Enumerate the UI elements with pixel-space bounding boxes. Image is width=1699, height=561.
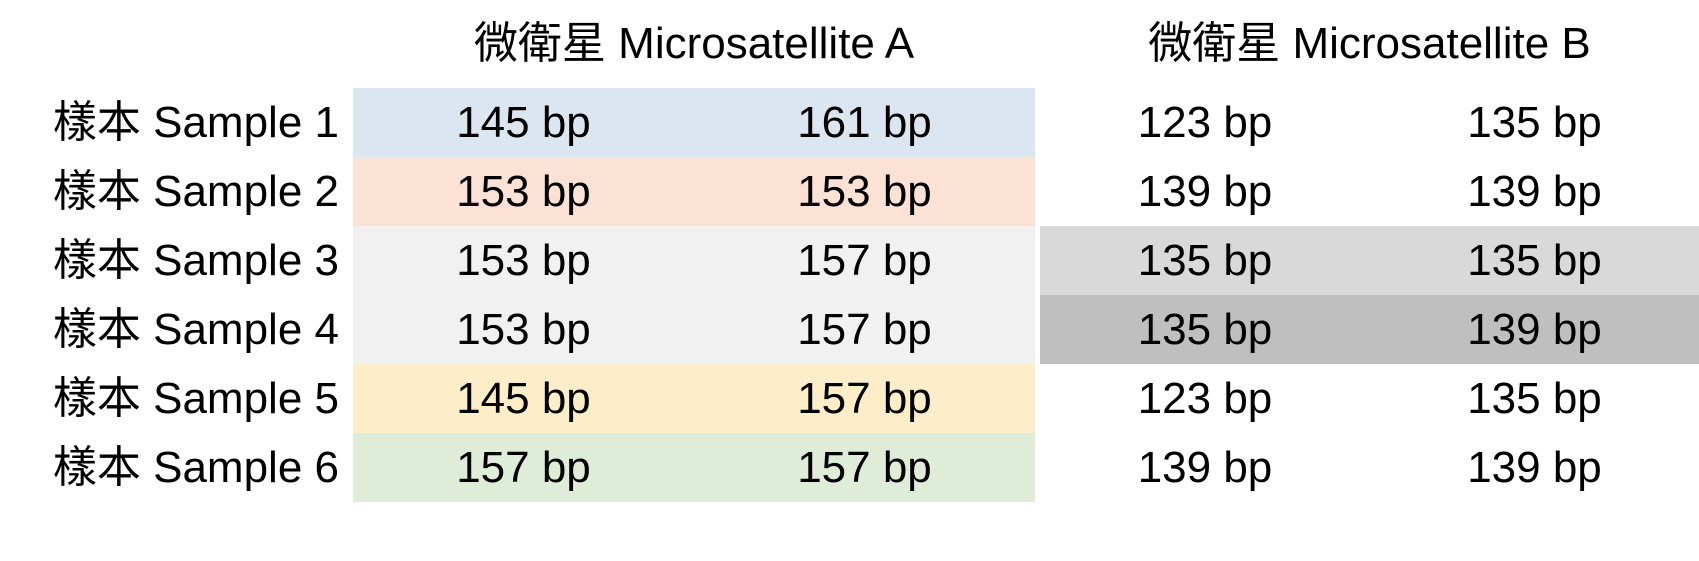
table-cell-sample-1-a2: 161 bp <box>797 97 932 147</box>
column-header-microsatellite-a: 微衛星 Microsatellite A <box>473 19 915 68</box>
table-cell-sample-3-b2: 135 bp <box>1467 235 1602 285</box>
table-cell-sample-3-a2: 157 bp <box>797 235 932 285</box>
table-cell-sample-6-a2: 157 bp <box>797 442 932 492</box>
table-cell-sample-4-a2: 157 bp <box>797 304 932 354</box>
table-cell-sample-1-b2: 135 bp <box>1467 97 1602 147</box>
table-cell-sample-2-a2: 153 bp <box>797 166 932 216</box>
table-cell-sample-4-b2: 139 bp <box>1467 304 1602 354</box>
row-label-sample-4: 樣本 Sample 4 <box>52 304 339 354</box>
table-cell-sample-4-a1: 153 bp <box>456 304 591 354</box>
table-grid: 微衛星 Microsatellite A 微衛星 Microsatellite … <box>0 0 1699 561</box>
column-header-microsatellite-b: 微衛星 Microsatellite B <box>1148 19 1591 68</box>
table-cell-sample-6-b1: 139 bp <box>1137 442 1273 492</box>
table-cell-sample-2-b2: 139 bp <box>1467 166 1602 216</box>
table-cell-sample-2-b1: 139 bp <box>1137 166 1273 216</box>
table-cell-sample-3-b1: 135 bp <box>1137 235 1273 285</box>
table-cell-sample-6-b2: 139 bp <box>1467 442 1602 492</box>
table-cell-sample-1-b1: 123 bp <box>1137 97 1273 147</box>
table-cell-sample-6-a1: 157 bp <box>456 442 591 492</box>
table-cell-sample-5-b1: 123 bp <box>1137 373 1273 423</box>
row-label-sample-1: 樣本 Sample 1 <box>52 97 339 147</box>
row-label-sample-5: 樣本 Sample 5 <box>52 373 339 423</box>
row-label-sample-3: 樣本 Sample 3 <box>52 235 339 285</box>
row-label-sample-2: 樣本 Sample 2 <box>52 166 339 216</box>
row-label-sample-6: 樣本 Sample 6 <box>52 442 339 492</box>
table-cell-sample-2-a1: 153 bp <box>456 166 591 216</box>
table-cell-sample-4-b1: 135 bp <box>1137 304 1273 354</box>
table-cell-sample-5-a1: 145 bp <box>456 373 591 423</box>
table-cell-sample-3-a1: 153 bp <box>456 235 591 285</box>
table-cell-sample-5-b2: 135 bp <box>1467 373 1602 423</box>
table-cell-sample-5-a2: 157 bp <box>797 373 932 423</box>
table-cell-sample-1-a1: 145 bp <box>456 97 591 147</box>
microsatellite-genotype-table: 微衛星 Microsatellite A 微衛星 Microsatellite … <box>0 0 1699 561</box>
